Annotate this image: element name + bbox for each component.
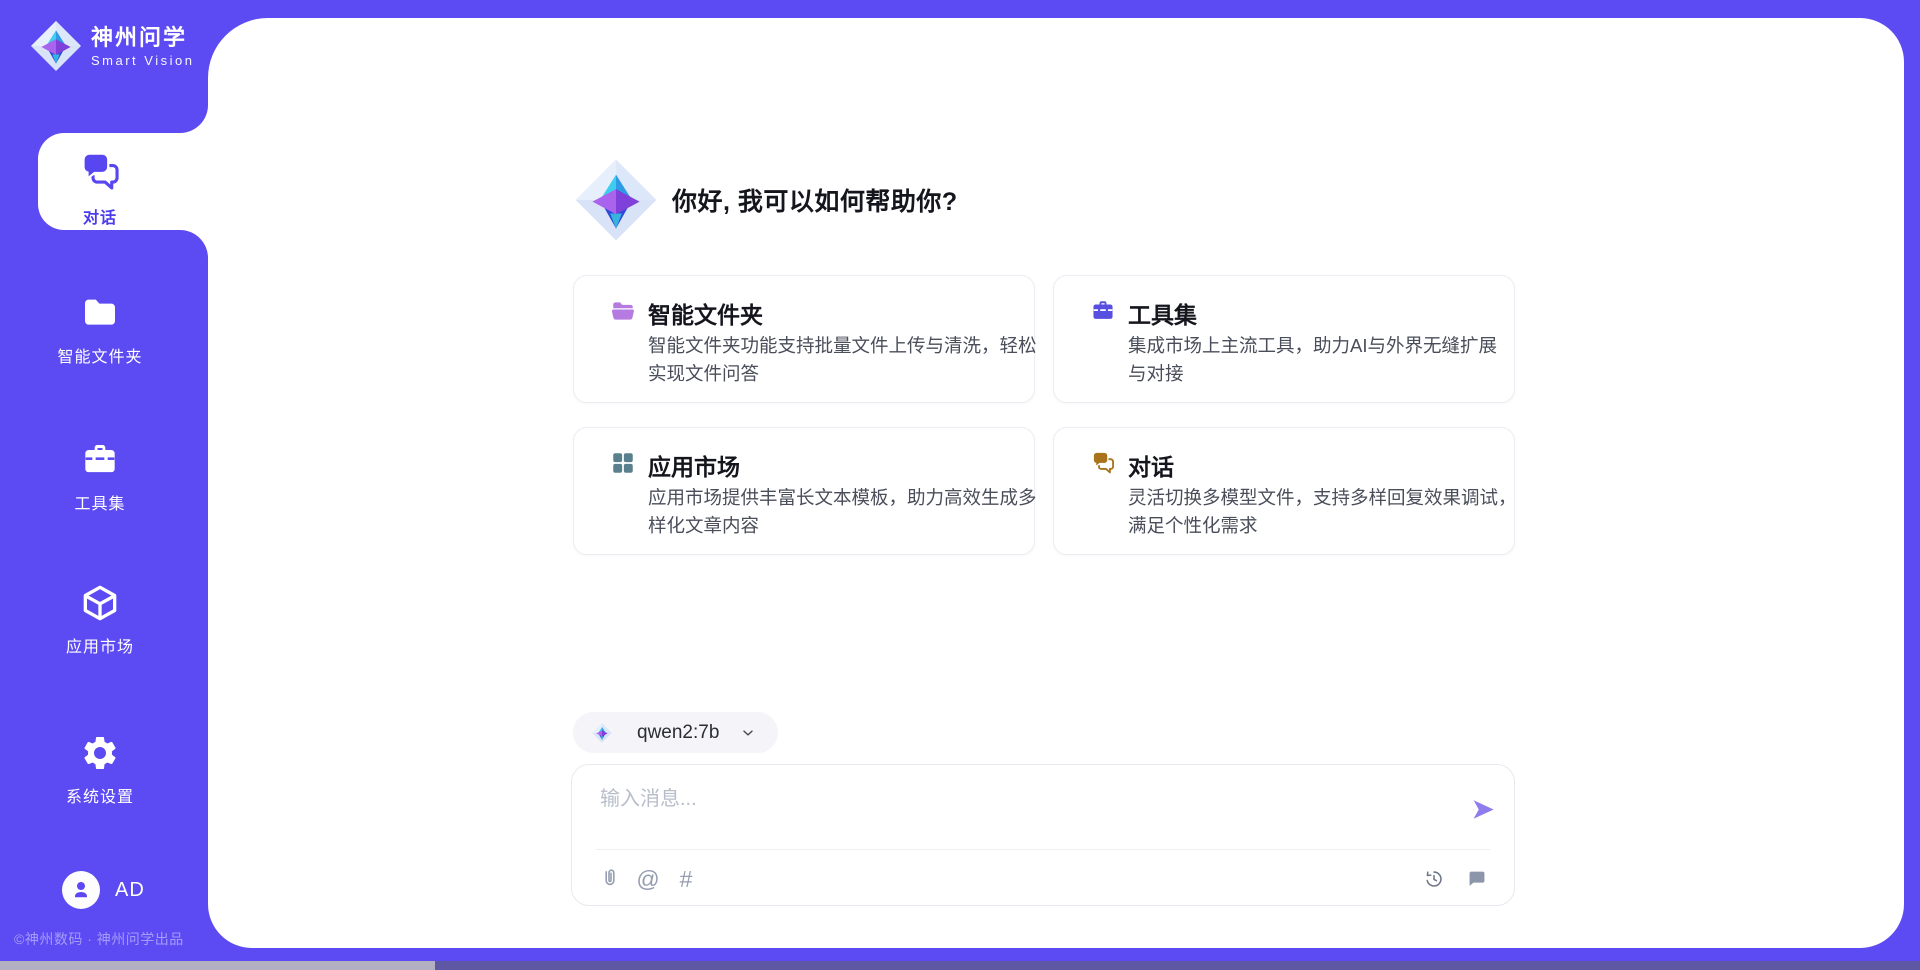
sidebar-item-app-market[interactable]: 应用市场 bbox=[0, 583, 200, 657]
card-toolset[interactable]: 工具集 集成市场上主流工具，助力AI与外界无缝扩展与对接 bbox=[1053, 275, 1515, 403]
card-app-market[interactable]: 应用市场 应用市场提供丰富长文本模板，助力高效生成多样化文章内容 bbox=[573, 427, 1035, 555]
model-selector[interactable]: qwen2:7b bbox=[573, 712, 778, 753]
chevron-down-icon bbox=[740, 725, 756, 741]
mention-button[interactable]: @ bbox=[634, 865, 662, 893]
history-button[interactable] bbox=[1420, 865, 1448, 893]
hash-icon: # bbox=[680, 868, 693, 891]
diamond-logo-icon bbox=[592, 723, 612, 743]
sidebar-item-label: 工具集 bbox=[74, 490, 125, 514]
card-smart-folder[interactable]: 智能文件夹 智能文件夹功能支持批量文件上传与清洗，轻松实现文件问答 bbox=[573, 275, 1035, 403]
attach-file-button[interactable] bbox=[596, 865, 624, 893]
card-title: 智能文件夹 bbox=[648, 296, 763, 330]
scrollbar-thumb[interactable] bbox=[0, 961, 435, 970]
app-root: 神州问学 Smart Vision 对话 智能文件夹 工具集 应用市场 系统设置… bbox=[0, 0, 1920, 970]
toolbox-icon bbox=[80, 440, 120, 480]
composer-actions bbox=[1420, 860, 1490, 898]
new-conversation-button[interactable] bbox=[1462, 865, 1490, 893]
send-button[interactable] bbox=[1465, 791, 1501, 827]
apps-grid-icon bbox=[610, 450, 636, 476]
card-description: 集成市场上主流工具，助力AI与外界无缝扩展与对接 bbox=[1128, 332, 1508, 387]
user-name: AD bbox=[115, 879, 145, 902]
folder-open-icon bbox=[610, 298, 636, 324]
sidebar-footer: ©神州数码 · 神州问学出品 bbox=[14, 929, 184, 949]
horizontal-scrollbar bbox=[0, 961, 1920, 970]
topic-button[interactable]: # bbox=[672, 865, 700, 893]
greeting-block: 你好, 我可以如何帮助你? bbox=[574, 158, 958, 242]
sidebar-item-smart-folder[interactable]: 智能文件夹 bbox=[0, 293, 200, 367]
history-icon bbox=[1423, 868, 1445, 890]
brand: 神州问学 Smart Vision bbox=[30, 20, 194, 72]
card-description: 智能文件夹功能支持批量文件上传与清洗，轻松实现文件问答 bbox=[648, 332, 1040, 387]
gear-icon bbox=[80, 733, 120, 773]
sidebar-item-label: 应用市场 bbox=[66, 633, 134, 657]
person-icon bbox=[69, 878, 93, 902]
chat-icon bbox=[78, 150, 122, 194]
feature-cards: 智能文件夹 智能文件夹功能支持批量文件上传与清洗，轻松实现文件问答 工具集 集成… bbox=[573, 275, 1517, 555]
toolbox-icon bbox=[1090, 298, 1116, 324]
card-description: 灵活切换多模型文件，支持多样回复效果调试，满足个性化需求 bbox=[1128, 484, 1520, 539]
sidebar-item-toolset[interactable]: 工具集 bbox=[0, 440, 200, 514]
folder-icon bbox=[80, 293, 120, 333]
sidebar-item-label: 对话 bbox=[83, 204, 117, 228]
message-input[interactable] bbox=[598, 780, 1432, 844]
card-title: 对话 bbox=[1128, 448, 1174, 482]
sidebar-item-label: 智能文件夹 bbox=[57, 343, 142, 367]
sidebar-item-chat[interactable]: 对话 bbox=[0, 150, 200, 228]
cube-icon bbox=[80, 583, 120, 623]
card-chat[interactable]: 对话 灵活切换多模型文件，支持多样回复效果调试，满足个性化需求 bbox=[1053, 427, 1515, 555]
user-profile[interactable]: AD bbox=[62, 871, 145, 909]
sidebar-item-settings[interactable]: 系统设置 bbox=[0, 733, 200, 807]
brand-diamond-logo-icon bbox=[30, 20, 82, 72]
paperclip-icon bbox=[598, 867, 622, 891]
brand-subtitle: Smart Vision bbox=[91, 53, 194, 68]
greeting-title: 你好, 我可以如何帮助你? bbox=[672, 182, 958, 218]
chat-icon bbox=[1090, 450, 1116, 476]
message-composer: @ # bbox=[571, 764, 1515, 906]
brand-title: 神州问学 bbox=[91, 25, 194, 51]
card-title: 工具集 bbox=[1128, 296, 1197, 330]
diamond-logo-icon bbox=[574, 158, 658, 242]
at-icon: @ bbox=[636, 868, 659, 891]
composer-tools: @ # bbox=[596, 860, 700, 898]
message-icon bbox=[1465, 868, 1487, 890]
send-icon bbox=[1470, 796, 1497, 823]
composer-divider bbox=[596, 849, 1490, 850]
card-description: 应用市场提供丰富长文本模板，助力高效生成多样化文章内容 bbox=[648, 484, 1040, 539]
card-title: 应用市场 bbox=[648, 448, 740, 482]
model-name: qwen2:7b bbox=[637, 722, 719, 744]
avatar bbox=[62, 871, 100, 909]
sidebar-item-label: 系统设置 bbox=[66, 783, 134, 807]
